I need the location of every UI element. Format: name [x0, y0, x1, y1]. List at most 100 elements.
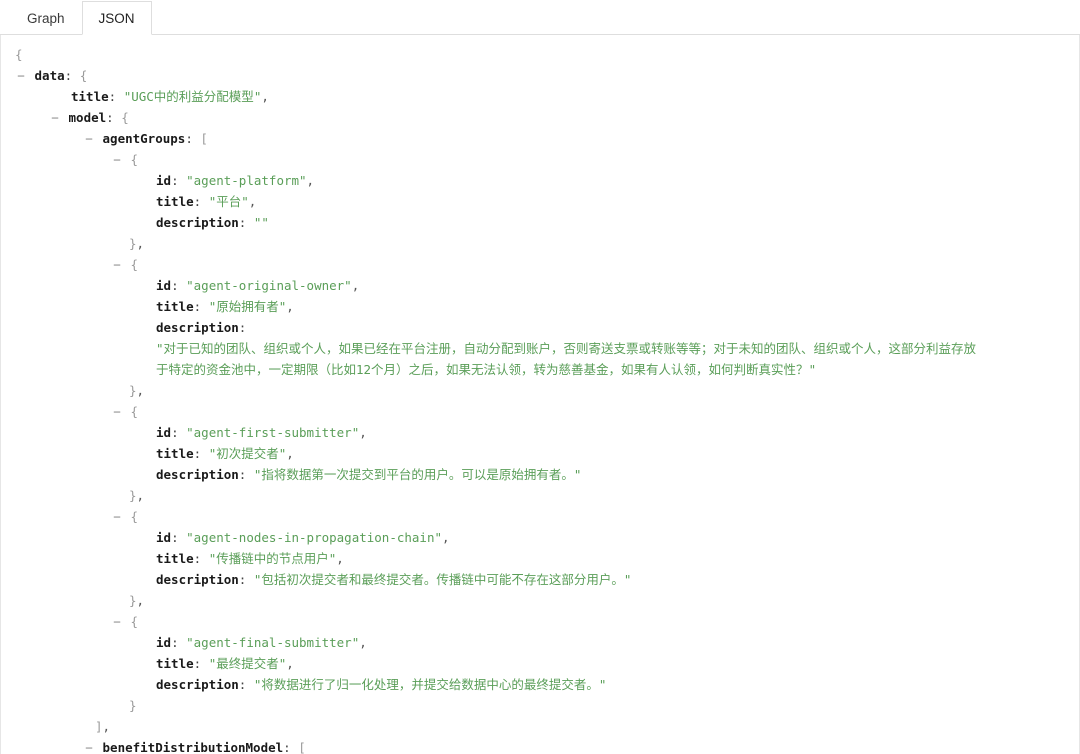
comma-title: , [286, 299, 294, 314]
json-value-title: "初次提交者" [209, 446, 287, 461]
json-key-description: description [156, 677, 239, 692]
agent-groups-close-bracket: ] [95, 719, 103, 734]
comma-title: , [286, 656, 294, 671]
json-value-id: "agent-first-submitter" [186, 425, 359, 440]
json-line-data: − data: { [1, 65, 1079, 86]
json-value-title: "UGC中的利益分配模型" [124, 89, 262, 104]
colon-title: : [194, 551, 202, 566]
tab-strip: Graph JSON [0, 0, 1080, 35]
object-close-brace: } [129, 488, 137, 503]
collapse-toggle-data[interactable]: − [15, 65, 27, 86]
json-line-title: title: "初次提交者", [1, 443, 1079, 464]
object-close-brace: } [129, 383, 137, 398]
collapse-toggle-agent-group-1[interactable]: − [111, 254, 123, 275]
tab-json[interactable]: JSON [82, 1, 152, 35]
collapse-toggle-agent-group-0[interactable]: − [111, 149, 123, 170]
json-value-title: "最终提交者" [209, 656, 287, 671]
json-line-object-open: − { [1, 401, 1079, 422]
collapse-toggle-model[interactable]: − [49, 107, 61, 128]
comma-title: , [261, 89, 269, 104]
json-line-object-open: − { [1, 254, 1079, 275]
agent-groups-open-bracket: [ [200, 131, 208, 146]
json-line-id: id: "agent-nodes-in-propagation-chain", [1, 527, 1079, 548]
json-line-root-open: { [1, 44, 1079, 65]
json-key-data: data [35, 68, 65, 83]
object-open-brace: { [131, 614, 139, 629]
json-value-description: "" [254, 215, 269, 230]
colon-benefit-distribution-model: : [283, 740, 291, 754]
json-line-description: description: "将数据进行了归一化处理，并提交给数据中心的最终提交者… [1, 674, 1079, 695]
comma-object: , [137, 383, 145, 398]
colon-agent-groups: : [185, 131, 193, 146]
colon-description: : [239, 320, 247, 335]
colon-model: : [106, 110, 114, 125]
json-line-object-open: − { [1, 611, 1079, 632]
colon-id: : [171, 173, 179, 188]
json-line-object-close: }, [1, 380, 1079, 401]
comma-id: , [352, 278, 360, 293]
json-key-title: title [156, 656, 194, 671]
json-line-title: title: "最终提交者", [1, 653, 1079, 674]
tab-graph[interactable]: Graph [10, 1, 82, 35]
json-line-id: id: "agent-platform", [1, 170, 1079, 191]
json-line-title: title: "UGC中的利益分配模型", [1, 86, 1079, 107]
json-key-model: model [69, 110, 107, 125]
json-key-description: description [156, 572, 239, 587]
json-line-object-open: − { [1, 149, 1079, 170]
colon-title: : [109, 89, 117, 104]
collapse-toggle-agent-group-2[interactable]: − [111, 401, 123, 422]
json-code-block: { − data: { title: "UGC中的利益分配模型", − mode… [1, 44, 1079, 754]
comma-object: , [137, 236, 145, 251]
json-line-object-close: }, [1, 590, 1079, 611]
json-key-benefit-distribution-model: benefitDistributionModel [103, 740, 284, 754]
json-key-id: id [156, 278, 171, 293]
comma-title: , [286, 446, 294, 461]
collapse-toggle-agent-group-3[interactable]: − [111, 506, 123, 527]
json-line-object-open: − { [1, 506, 1079, 527]
comma-title: , [249, 194, 257, 209]
json-value-title: "传播链中的节点用户" [209, 551, 337, 566]
json-key-description: description [156, 320, 239, 335]
json-line-description: description: "包括初次提交者和最终提交者。传播链中可能不存在这部分… [1, 569, 1079, 590]
object-close-brace: } [129, 698, 137, 713]
json-value-description: "包括初次提交者和最终提交者。传播链中可能不存在这部分用户。" [254, 572, 632, 587]
tab-json-label: JSON [99, 11, 135, 26]
colon-description: : [239, 677, 247, 692]
json-value-description: "对于已知的团队、组织或个人，如果已经在平台注册，自动分配到账户，否则寄送支票或… [156, 338, 986, 380]
json-line-object-close: }, [1, 485, 1079, 506]
colon-id: : [171, 278, 179, 293]
comma-object: , [137, 488, 145, 503]
data-open-brace: { [80, 68, 88, 83]
colon-title: : [194, 656, 202, 671]
object-open-brace: { [131, 152, 139, 167]
json-line-object-close: } [1, 695, 1079, 716]
colon-description: : [239, 215, 247, 230]
collapse-toggle-agent-group-4[interactable]: − [111, 611, 123, 632]
colon-description: : [239, 572, 247, 587]
object-close-brace: } [129, 236, 137, 251]
comma-id: , [359, 425, 367, 440]
json-key-title: title [156, 299, 194, 314]
json-line-title: title: "传播链中的节点用户", [1, 548, 1079, 569]
json-key-title: title [156, 446, 194, 461]
comma-id: , [442, 530, 450, 545]
collapse-toggle-benefit-distribution-model[interactable]: − [83, 737, 95, 754]
json-line-id: id: "agent-original-owner", [1, 275, 1079, 296]
json-key-agent-groups: agentGroups [103, 131, 186, 146]
json-key-id: id [156, 425, 171, 440]
json-line-title: title: "平台", [1, 191, 1079, 212]
json-value-description: "将数据进行了归一化处理，并提交给数据中心的最终提交者。" [254, 677, 607, 692]
json-key-title: title [156, 551, 194, 566]
json-viewer-panel[interactable]: { − data: { title: "UGC中的利益分配模型", − mode… [0, 35, 1080, 754]
object-open-brace: { [131, 257, 139, 272]
colon-data: : [65, 68, 73, 83]
tab-graph-label: Graph [27, 11, 65, 26]
json-key-title: title [156, 194, 194, 209]
json-value-title: "平台" [209, 194, 249, 209]
json-value-title: "原始拥有者" [209, 299, 287, 314]
collapse-toggle-agent-groups[interactable]: − [83, 128, 95, 149]
colon-id: : [171, 635, 179, 650]
json-line-id: id: "agent-first-submitter", [1, 422, 1079, 443]
json-key-description: description [156, 467, 239, 482]
json-line-agent-groups: − agentGroups: [ [1, 128, 1079, 149]
